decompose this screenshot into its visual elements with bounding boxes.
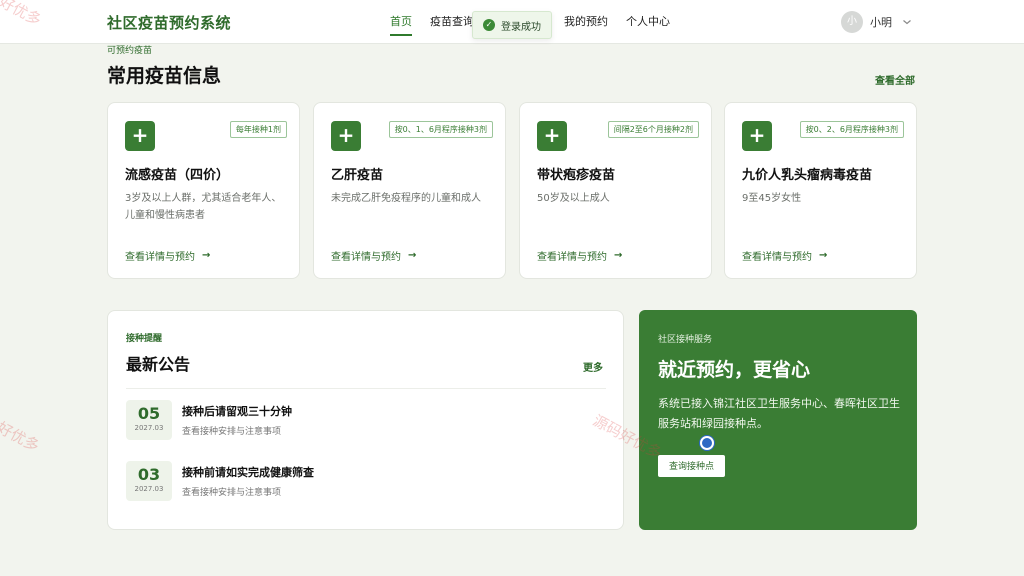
service-panel: 社区接种服务 就近预约，更省心 系统已接入锦江社区卫生服务中心、春晖社区卫生服务… bbox=[639, 310, 917, 530]
details-link[interactable]: 查看详情与预约 → bbox=[125, 248, 210, 263]
notice-panel: 接种提醒 最新公告 更多 05 2027.03 接种后请留观三十分钟 查看接种安… bbox=[107, 310, 624, 530]
notice-item-sub: 查看接种安排与注意事项 bbox=[182, 427, 282, 437]
check-circle-icon: ✓ bbox=[483, 19, 495, 31]
vaccine-desc: 未完成乙肝免疫程序的儿童和成人 bbox=[331, 193, 481, 204]
nav-profile[interactable]: 个人中心 bbox=[626, 0, 670, 44]
arrow-right-icon: → bbox=[408, 250, 417, 261]
avatar[interactable]: 小 bbox=[841, 11, 863, 33]
arrow-right-icon: → bbox=[202, 250, 211, 261]
vaccine-desc: 50岁及以上成人 bbox=[537, 193, 610, 204]
app-title[interactable]: 社区疫苗预约系统 bbox=[107, 12, 231, 33]
date-day: 05 bbox=[137, 404, 161, 423]
vaccine-name: 流感疫苗（四价） bbox=[125, 168, 230, 183]
date-badge: 05 2027.03 bbox=[126, 400, 172, 440]
service-desc: 系统已接入锦江社区卫生服务中心、春晖社区卫生服务站和绿园接种点。 bbox=[658, 397, 900, 430]
vaccine-name: 乙肝疫苗 bbox=[331, 168, 384, 183]
details-link-label[interactable]: 查看详情与预约 bbox=[537, 248, 607, 263]
date-year-month: 2027.03 bbox=[134, 485, 164, 493]
vaccine-card-list: + 每年接种1剂 流感疫苗（四价） 3岁及以上人群，尤其适合老年人、儿童和慢性病… bbox=[107, 102, 917, 279]
dose-tag: 按0、2、6月程序接种3剂 bbox=[799, 121, 904, 138]
chevron-down-icon[interactable] bbox=[902, 17, 912, 27]
notice-item-title[interactable]: 接种前请如实完成健康筛查 bbox=[182, 464, 314, 480]
vaccine-card[interactable]: + 每年接种1剂 流感疫苗（四价） 3岁及以上人群，尤其适合老年人、儿童和慢性病… bbox=[107, 102, 300, 279]
section-title: 常用疫苗信息 bbox=[107, 65, 222, 87]
nav-my-appointments[interactable]: 我的预约 bbox=[564, 0, 608, 44]
query-sites-button[interactable]: 查询接种点 bbox=[658, 455, 726, 477]
service-eyebrow: 社区接种服务 bbox=[658, 335, 713, 345]
dose-tag: 每年接种1剂 bbox=[229, 121, 287, 138]
vaccine-name: 带状疱疹疫苗 bbox=[537, 168, 616, 183]
plus-icon: + bbox=[331, 121, 361, 151]
top-navbar: 社区疫苗预约系统 首页 疫苗查询 我的预约 个人中心 ✓ 登录成功 小 小明 bbox=[0, 0, 1024, 44]
view-all-link[interactable]: 查看全部 bbox=[875, 72, 915, 87]
details-link[interactable]: 查看详情与预约 → bbox=[331, 248, 416, 263]
date-day: 03 bbox=[137, 465, 161, 484]
plus-icon: + bbox=[537, 121, 567, 151]
notice-item[interactable]: 03 2027.03 接种前请如实完成健康筛查 查看接种安排与注意事项 bbox=[126, 461, 606, 505]
nav-vaccine-search[interactable]: 疫苗查询 bbox=[430, 0, 474, 44]
dose-tag: 按0、1、6月程序接种3剂 bbox=[388, 121, 493, 138]
date-year-month: 2027.03 bbox=[134, 424, 164, 432]
user-menu[interactable]: 小 小明 bbox=[841, 11, 912, 33]
details-link[interactable]: 查看详情与预约 → bbox=[742, 248, 827, 263]
plus-icon: + bbox=[125, 121, 155, 151]
details-link-label[interactable]: 查看详情与预约 bbox=[125, 248, 195, 263]
notice-item-sub: 查看接种安排与注意事项 bbox=[182, 488, 282, 498]
username[interactable]: 小明 bbox=[870, 14, 892, 30]
mouse-cursor-indicator bbox=[700, 436, 714, 450]
service-title: 就近预约，更省心 bbox=[658, 359, 811, 381]
dose-tag: 间隔2至6个月接种2剂 bbox=[607, 121, 699, 138]
more-link[interactable]: 更多 bbox=[583, 359, 603, 374]
arrow-right-icon: → bbox=[614, 250, 623, 261]
details-link-label[interactable]: 查看详情与预约 bbox=[742, 248, 812, 263]
date-badge: 03 2027.03 bbox=[126, 461, 172, 501]
watermark: 好优多 bbox=[0, 418, 43, 456]
login-success-toast: ✓ 登录成功 bbox=[472, 11, 552, 39]
vaccine-desc: 3岁及以上人群，尤其适合老年人、儿童和慢性病患者 bbox=[125, 193, 282, 221]
plus-icon: + bbox=[742, 121, 772, 151]
divider bbox=[126, 388, 606, 389]
vaccine-card[interactable]: + 按0、1、6月程序接种3剂 乙肝疫苗 未完成乙肝免疫程序的儿童和成人 查看详… bbox=[313, 102, 506, 279]
notice-item[interactable]: 05 2027.03 接种后请留观三十分钟 查看接种安排与注意事项 bbox=[126, 400, 606, 444]
arrow-right-icon: → bbox=[819, 250, 828, 261]
nav-home[interactable]: 首页 bbox=[390, 0, 412, 44]
details-link-label[interactable]: 查看详情与预约 bbox=[331, 248, 401, 263]
details-link[interactable]: 查看详情与预约 → bbox=[537, 248, 622, 263]
notice-title: 最新公告 bbox=[126, 355, 191, 374]
vaccine-card[interactable]: + 按0、2、6月程序接种3剂 九价人乳头瘤病毒疫苗 9至45岁女性 查看详情与… bbox=[724, 102, 917, 279]
notice-eyebrow: 接种提醒 bbox=[126, 334, 163, 344]
vaccine-desc: 9至45岁女性 bbox=[742, 193, 802, 204]
vaccine-card[interactable]: + 间隔2至6个月接种2剂 带状疱疹疫苗 50岁及以上成人 查看详情与预约 → bbox=[519, 102, 712, 279]
notice-item-title[interactable]: 接种后请留观三十分钟 bbox=[182, 403, 292, 419]
section-eyebrow: 可预约疫苗 bbox=[107, 46, 153, 56]
vaccine-name: 九价人乳头瘤病毒疫苗 bbox=[742, 168, 873, 183]
toast-text: 登录成功 bbox=[501, 21, 541, 33]
